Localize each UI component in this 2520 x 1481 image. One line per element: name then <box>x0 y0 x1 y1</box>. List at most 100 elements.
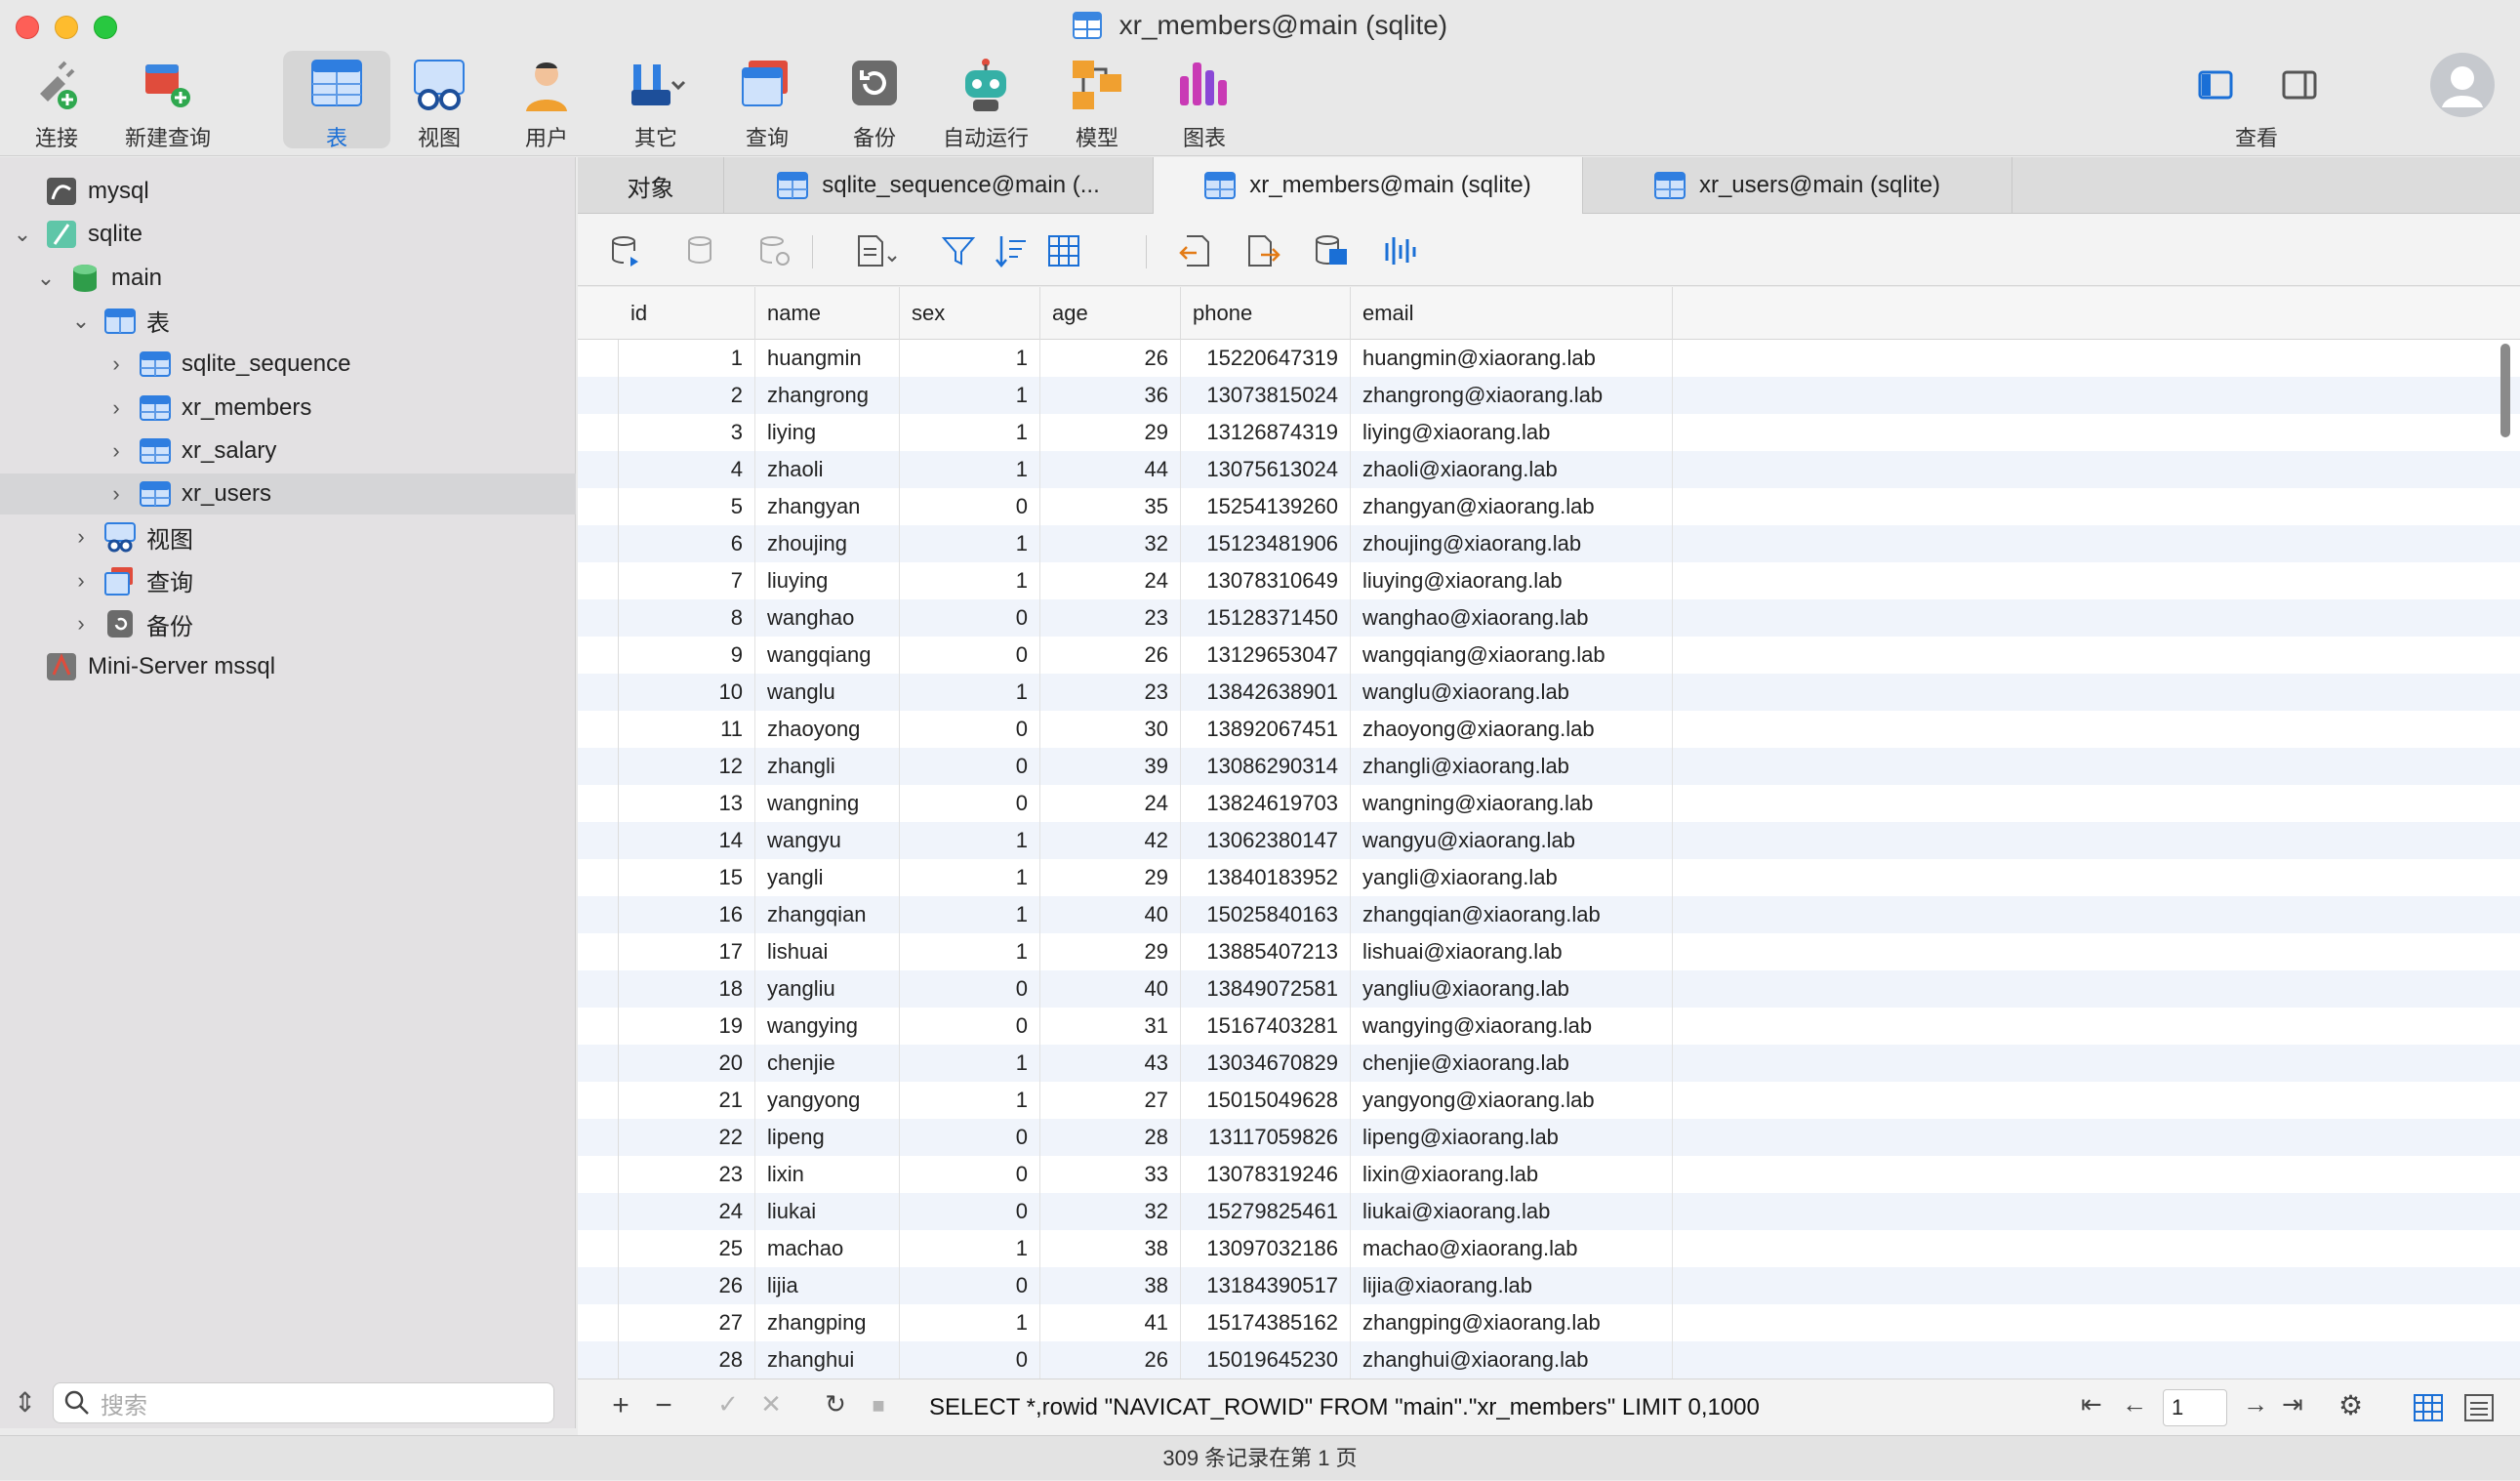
toolbar-button-10[interactable]: 图表 <box>1156 51 1253 150</box>
cell-id[interactable]: 17 <box>619 933 755 970</box>
cell-name[interactable]: wanghao <box>755 599 900 637</box>
import-icon[interactable] <box>1177 233 1212 268</box>
sidebar-toggle-right-icon[interactable] <box>2280 68 2319 102</box>
cell-email[interactable]: yangliu@xiaorang.lab <box>1351 970 1673 1008</box>
cell-phone[interactable]: 13097032186 <box>1181 1230 1351 1267</box>
column-header-id[interactable]: id <box>619 287 755 340</box>
table-row[interactable]: 16 zhangqian 1 40 15025840163 zhangqian@xiaor… <box>578 896 2520 933</box>
cell-sex[interactable]: 0 <box>900 1008 1040 1045</box>
cell-sex[interactable]: 1 <box>900 562 1040 599</box>
toolbar-button-4[interactable]: 用户 <box>498 51 595 150</box>
cell-phone[interactable]: 15019645230 <box>1181 1341 1351 1378</box>
profile-chart-icon[interactable] <box>1382 233 1417 268</box>
tree-item[interactable]: mysql <box>0 171 576 212</box>
cell-phone[interactable]: 13849072581 <box>1181 970 1351 1008</box>
cell-email[interactable]: lishuai@xiaorang.lab <box>1351 933 1673 970</box>
toolbar-button-1[interactable]: 新建查询 <box>119 51 217 150</box>
cell-name[interactable]: zhanghui <box>755 1341 900 1378</box>
data-grid[interactable]: id name sex age phone email 1 huangmin 1 26 15220… <box>578 287 2520 1378</box>
gear-icon[interactable]: ⚙ <box>2338 1389 2363 1421</box>
cell-name[interactable]: huangmin <box>755 340 900 377</box>
cell-name[interactable]: liying <box>755 414 900 451</box>
cell-id[interactable]: 6 <box>619 525 755 562</box>
cell-name[interactable]: chenjie <box>755 1045 900 1082</box>
table-row[interactable]: 21 yangyong 1 27 15015049628 yangyong@xiaoran… <box>578 1082 2520 1119</box>
cell-age[interactable]: 41 <box>1040 1304 1181 1341</box>
tree-item[interactable]: › xr_salary <box>0 431 576 472</box>
cell-sex[interactable]: 0 <box>900 748 1040 785</box>
chevron-right-icon[interactable]: › <box>70 524 92 550</box>
table-row[interactable]: 8 wanghao 0 23 15128371450 wanghao@xiaorang.l… <box>578 599 2520 637</box>
cell-email[interactable]: zhanghui@xiaorang.lab <box>1351 1341 1673 1378</box>
chevron-right-icon[interactable]: › <box>105 351 127 377</box>
table-row[interactable]: 24 liukai 0 32 15279825461 liukai@xiaorang.la… <box>578 1193 2520 1230</box>
cell-age[interactable]: 43 <box>1040 1045 1181 1082</box>
cell-phone[interactable]: 13078319246 <box>1181 1156 1351 1193</box>
cell-age[interactable]: 24 <box>1040 562 1181 599</box>
cell-email[interactable]: zhaoli@xiaorang.lab <box>1351 451 1673 488</box>
table-row[interactable]: 11 zhaoyong 0 30 13892067451 zhaoyong@xiaoran… <box>578 711 2520 748</box>
apply-changes-button[interactable]: ✓ <box>711 1389 746 1419</box>
cell-email[interactable]: zhoujing@xiaorang.lab <box>1351 525 1673 562</box>
columns-icon[interactable] <box>1046 233 1081 268</box>
table-row[interactable]: 28 zhanghui 0 26 15019645230 zhanghui@xiaoran… <box>578 1341 2520 1378</box>
cell-age[interactable]: 40 <box>1040 970 1181 1008</box>
cell-name[interactable]: zhaoyong <box>755 711 900 748</box>
sort-toggle-icon[interactable]: ⇕ <box>14 1386 36 1419</box>
chevron-right-icon[interactable]: › <box>70 611 92 637</box>
cell-id[interactable]: 21 <box>619 1082 755 1119</box>
cell-name[interactable]: wangqiang <box>755 637 900 674</box>
cell-name[interactable]: zhaoli <box>755 451 900 488</box>
cell-sex[interactable]: 1 <box>900 933 1040 970</box>
cell-age[interactable]: 26 <box>1040 1341 1181 1378</box>
toolbar-button-3[interactable]: 视图 <box>390 51 488 150</box>
table-row[interactable]: 4 zhaoli 1 44 13075613024 zhaoli@xiaorang.lab <box>578 451 2520 488</box>
cell-sex[interactable]: 1 <box>900 525 1040 562</box>
cell-id[interactable]: 23 <box>619 1156 755 1193</box>
cell-email[interactable]: yangyong@xiaorang.lab <box>1351 1082 1673 1119</box>
table-row[interactable]: 20 chenjie 1 43 13034670829 chenjie@xiaorang.… <box>578 1045 2520 1082</box>
chevron-right-icon[interactable]: › <box>70 568 92 594</box>
cell-email[interactable]: zhaoyong@xiaorang.lab <box>1351 711 1673 748</box>
cell-email[interactable]: wanglu@xiaorang.lab <box>1351 674 1673 711</box>
cell-email[interactable]: liukai@xiaorang.lab <box>1351 1193 1673 1230</box>
tree-item[interactable]: › 视图 <box>0 516 576 557</box>
cell-age[interactable]: 44 <box>1040 451 1181 488</box>
chevron-right-icon[interactable]: › <box>105 395 127 421</box>
cell-sex[interactable]: 0 <box>900 711 1040 748</box>
cell-email[interactable]: zhangyan@xiaorang.lab <box>1351 488 1673 525</box>
cell-sex[interactable]: 0 <box>900 1341 1040 1378</box>
cell-sex[interactable]: 1 <box>900 1230 1040 1267</box>
cell-id[interactable]: 28 <box>619 1341 755 1378</box>
cell-email[interactable]: wangying@xiaorang.lab <box>1351 1008 1673 1045</box>
cell-phone[interactable]: 13034670829 <box>1181 1045 1351 1082</box>
cell-id[interactable]: 2 <box>619 377 755 414</box>
cell-age[interactable]: 38 <box>1040 1230 1181 1267</box>
cell-sex[interactable]: 0 <box>900 1267 1040 1304</box>
next-page-button[interactable]: → <box>2243 1389 2268 1419</box>
cell-id[interactable]: 18 <box>619 970 755 1008</box>
table-row[interactable]: 15 yangli 1 29 13840183952 yangli@xiaorang.la… <box>578 859 2520 896</box>
chevron-right-icon[interactable]: › <box>105 481 127 507</box>
cell-id[interactable]: 13 <box>619 785 755 822</box>
cell-sex[interactable]: 1 <box>900 414 1040 451</box>
export-icon[interactable] <box>1245 233 1280 268</box>
cell-age[interactable]: 36 <box>1040 377 1181 414</box>
cell-sex[interactable]: 1 <box>900 674 1040 711</box>
cell-email[interactable]: chenjie@xiaorang.lab <box>1351 1045 1673 1082</box>
cell-name[interactable]: zhangping <box>755 1304 900 1341</box>
table-row[interactable]: 17 lishuai 1 29 13885407213 lishuai@xiaorang.… <box>578 933 2520 970</box>
cell-age[interactable]: 26 <box>1040 637 1181 674</box>
cell-sex[interactable]: 1 <box>900 451 1040 488</box>
table-row[interactable]: 7 liuying 1 24 13078310649 liuying@xiaorang.l… <box>578 562 2520 599</box>
cell-sex[interactable]: 1 <box>900 896 1040 933</box>
cell-phone[interactable]: 15220647319 <box>1181 340 1351 377</box>
cell-age[interactable]: 29 <box>1040 933 1181 970</box>
cell-age[interactable]: 35 <box>1040 488 1181 525</box>
cell-age[interactable]: 26 <box>1040 340 1181 377</box>
table-row[interactable]: 14 wangyu 1 42 13062380147 wangyu@xiaorang.la… <box>578 822 2520 859</box>
cell-age[interactable]: 27 <box>1040 1082 1181 1119</box>
cell-sex[interactable]: 0 <box>900 1156 1040 1193</box>
cell-email[interactable]: zhangping@xiaorang.lab <box>1351 1304 1673 1341</box>
table-row[interactable]: 13 wangning 0 24 13824619703 wangning@xiaoran… <box>578 785 2520 822</box>
